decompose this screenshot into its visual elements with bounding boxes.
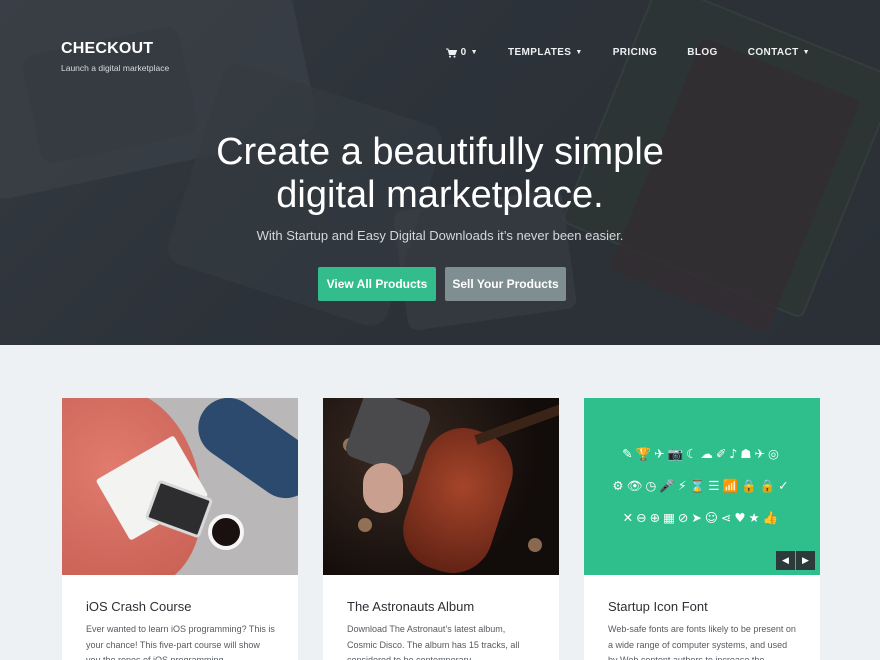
chevron-down-icon: ▼ (470, 49, 478, 56)
sell-your-products-button[interactable]: Sell Your Products (445, 267, 566, 301)
view-all-products-button[interactable]: View All Products (318, 267, 436, 301)
main-nav: 0 ▼ TEMPLATES ▼ PRICING BLOG CONTACT ▼ (445, 47, 810, 58)
nav-pricing[interactable]: PRICING (613, 47, 657, 58)
cart-icon (445, 48, 457, 58)
nav-templates[interactable]: TEMPLATES ▼ (508, 47, 583, 58)
product-description: Download The Astronaut’s latest album, C… (347, 624, 520, 660)
nav-contact[interactable]: CONTACT ▼ (748, 47, 810, 58)
product-image[interactable] (323, 398, 559, 575)
nav-blog-label: BLOG (687, 47, 718, 58)
site-logo[interactable]: CHECKOUT Launch a digital marketplace (61, 40, 169, 73)
hero: CHECKOUT Launch a digital marketplace 0 … (0, 0, 880, 345)
slider-prev-button[interactable]: ◀ (776, 551, 795, 570)
nav-templates-label: TEMPLATES (507, 47, 572, 58)
product-title[interactable]: iOS Crash Course (86, 599, 191, 614)
nav-contact-label: CONTACT (747, 47, 799, 58)
icon-font-row: ⚙👁◷🎤⚡⌛☰📶🔒🔒✓ (612, 478, 792, 493)
hero-headline-line1: Create a beautifully simple (216, 131, 664, 173)
product-title[interactable]: The Astronauts Album (347, 599, 474, 614)
hero-headline: Create a beautifully simple digital mark… (0, 131, 880, 217)
product-description: Web-safe fonts are fonts likely to be pr… (608, 624, 796, 660)
chevron-down-icon: ▼ (802, 49, 810, 56)
product-card[interactable]: ✎🏆✈📷☾☁✐♪☗✈◎ ⚙👁◷🎤⚡⌛☰📶🔒🔒✓ ✕⊖⊕▦⊘➤☺⋖♥★👍 ◀ ▶ … (584, 398, 820, 660)
chevron-down-icon: ▼ (575, 49, 583, 56)
chevron-left-icon: ◀ (782, 555, 789, 565)
chevron-right-icon: ▶ (802, 555, 809, 565)
cart-count: 0 (460, 47, 467, 58)
nav-pricing-label: PRICING (612, 47, 658, 58)
site-tagline: Launch a digital marketplace (61, 63, 170, 73)
product-image[interactable]: ✎🏆✈📷☾☁✐♪☗✈◎ ⚙👁◷🎤⚡⌛☰📶🔒🔒✓ ✕⊖⊕▦⊘➤☺⋖♥★👍 ◀ ▶ (584, 398, 820, 575)
hero-subline: With Startup and Easy Digital Downloads … (256, 228, 624, 243)
hero-headline-line2: digital marketplace. (276, 174, 604, 216)
product-description: Ever wanted to learn iOS programming? Th… (86, 624, 275, 660)
nav-blog[interactable]: BLOG (687, 47, 718, 58)
nav-cart[interactable]: 0 ▼ (445, 47, 478, 58)
icon-font-row: ✕⊖⊕▦⊘➤☺⋖♥★👍 (622, 510, 782, 525)
product-card[interactable]: The Astronauts Album Download The Astron… (323, 398, 559, 660)
product-card[interactable]: iOS Crash Course Ever wanted to learn iO… (62, 398, 298, 660)
product-title[interactable]: Startup Icon Font (608, 599, 708, 614)
product-image[interactable] (62, 398, 298, 575)
icon-font-row: ✎🏆✈📷☾☁✐♪☗✈◎ (622, 446, 782, 461)
site-name[interactable]: CHECKOUT (61, 40, 169, 58)
slider-next-button[interactable]: ▶ (796, 551, 815, 570)
